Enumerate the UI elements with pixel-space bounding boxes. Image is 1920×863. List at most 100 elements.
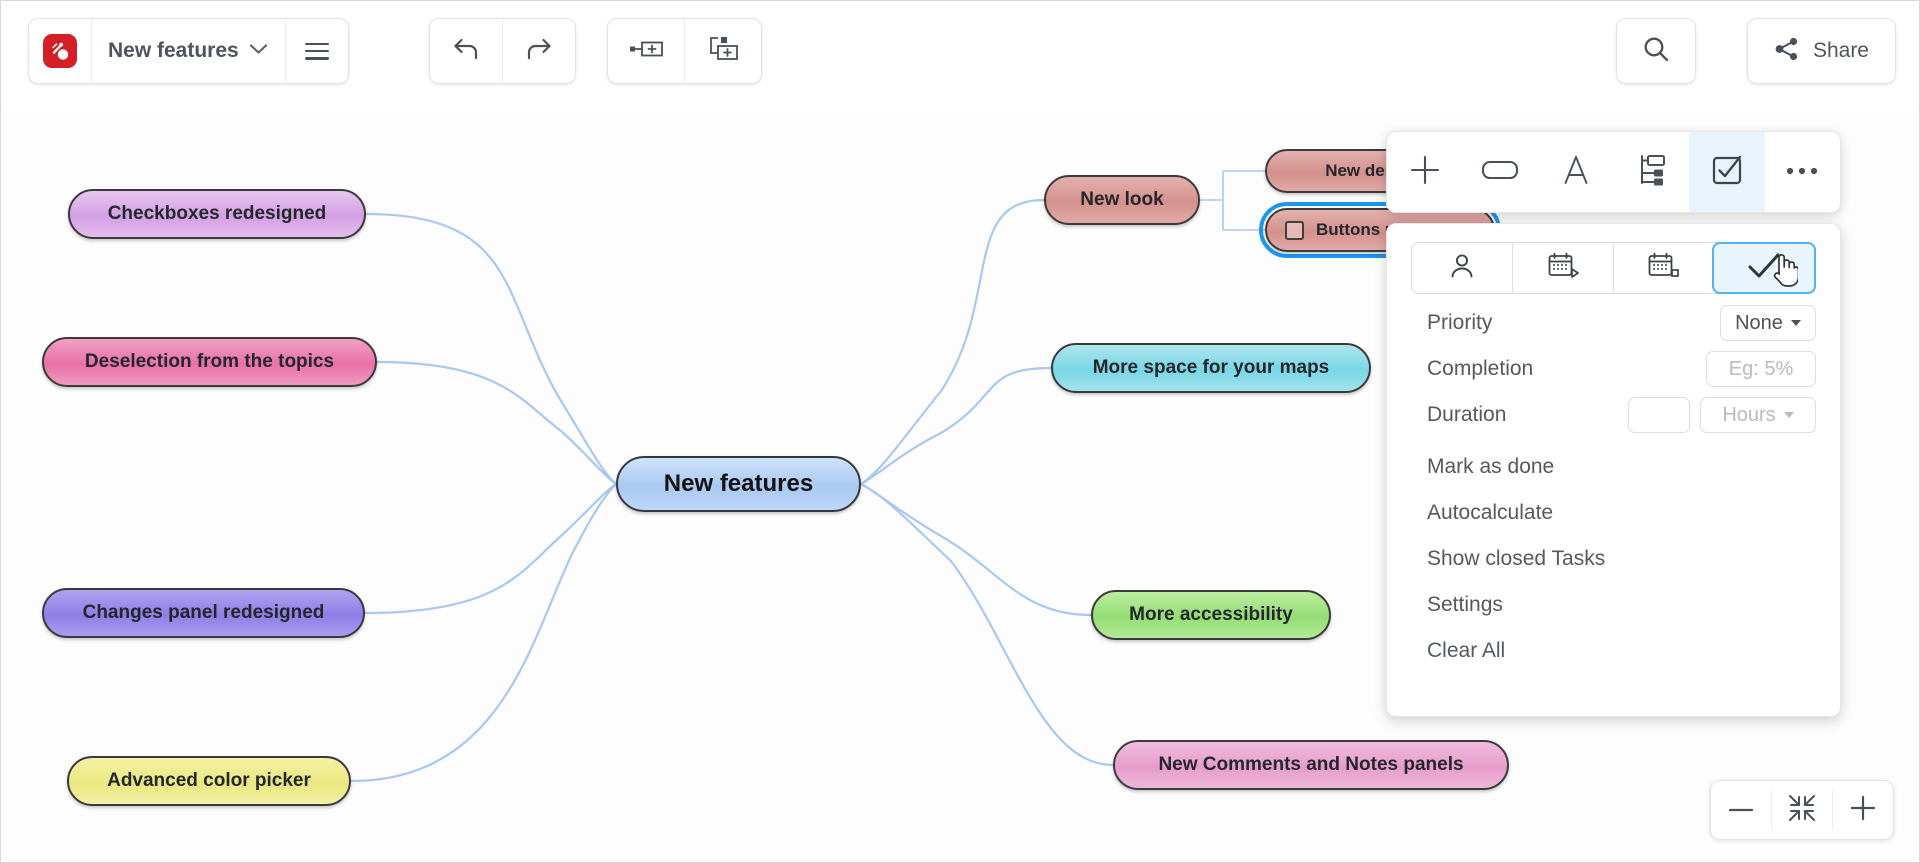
mindmap-node-changes-panel-redesigned[interactable]: Changes panel redesigned bbox=[42, 588, 365, 638]
plus-icon bbox=[1850, 795, 1876, 826]
node-label: New look bbox=[1080, 189, 1164, 210]
mindomo-logo-icon bbox=[43, 34, 77, 68]
calendar-start-icon bbox=[1547, 252, 1579, 285]
mindmap-node-more-accessibility[interactable]: More accessibility bbox=[1091, 590, 1331, 640]
completion-row: Completion Eg: 5% bbox=[1387, 346, 1840, 392]
ellipsis-icon bbox=[1785, 163, 1819, 181]
share-icon bbox=[1774, 36, 1800, 67]
duration-unit-dropdown[interactable]: Hours bbox=[1700, 397, 1816, 433]
plus-icon bbox=[1408, 153, 1442, 192]
menu-item-autocalculate[interactable]: Autocalculate bbox=[1387, 490, 1840, 536]
mindmap-node-new-comments-and-notes-panels[interactable]: New Comments and Notes panels bbox=[1113, 740, 1509, 790]
menu-item-label: Mark as done bbox=[1427, 455, 1555, 478]
pointing-hand-cursor-icon bbox=[1770, 250, 1800, 293]
page-title: New features bbox=[108, 39, 239, 62]
mindmap-node-deselection-from-the-topics[interactable]: Deselection from the topics bbox=[42, 337, 377, 387]
menu-item-label: Show closed Tasks bbox=[1427, 547, 1606, 570]
priority-row: Priority None bbox=[1387, 300, 1840, 346]
calendar-end-icon bbox=[1647, 252, 1680, 285]
mindmap-node-more-space-for-your-maps[interactable]: More space for your maps bbox=[1051, 343, 1371, 393]
text-format-button[interactable] bbox=[1538, 132, 1614, 212]
menu-item-mark-as-done[interactable]: Mark as done bbox=[1387, 444, 1840, 490]
rounded-rectangle-icon bbox=[1481, 157, 1519, 188]
priority-value: None bbox=[1735, 311, 1783, 334]
completion-label: Completion bbox=[1427, 357, 1534, 380]
add-sibling-topic-icon bbox=[629, 38, 663, 65]
priority-label: Priority bbox=[1427, 311, 1493, 334]
task-button[interactable] bbox=[1689, 132, 1765, 212]
mindmap-root-node[interactable]: New features bbox=[616, 456, 861, 512]
node-label: More space for your maps bbox=[1092, 357, 1330, 378]
mindmap-node-checkboxes-redesigned[interactable]: Checkboxes redesigned bbox=[68, 189, 366, 239]
tree-layout-icon bbox=[1635, 154, 1667, 191]
history-toolbar-group bbox=[429, 18, 576, 84]
menu-item-label: Clear All bbox=[1427, 639, 1506, 662]
priority-dropdown[interactable]: None bbox=[1720, 305, 1816, 341]
mindmap-application-window: New features Checkboxes redesigned Desel… bbox=[0, 0, 1920, 863]
layout-button[interactable] bbox=[1614, 132, 1690, 212]
task-tab-segmented-control bbox=[1411, 242, 1816, 294]
search-icon bbox=[1641, 34, 1671, 69]
undo-arrow-icon bbox=[451, 35, 481, 67]
zoom-out-button[interactable] bbox=[1711, 781, 1771, 839]
letter-a-icon bbox=[1561, 154, 1591, 191]
task-properties-panel: Priority None Completion Eg: 5% Duration… bbox=[1386, 223, 1841, 717]
document-title-dropdown[interactable]: New features bbox=[92, 19, 285, 83]
end-date-tab[interactable] bbox=[1612, 243, 1714, 293]
caret-down-icon bbox=[1790, 320, 1801, 326]
main-menu-button[interactable] bbox=[286, 19, 348, 83]
undo-button[interactable] bbox=[430, 19, 502, 83]
share-button-label: Share bbox=[1812, 39, 1869, 62]
fit-to-screen-button[interactable] bbox=[1772, 781, 1832, 839]
task-menu-list: Mark as done Autocalculate Show closed T… bbox=[1387, 438, 1840, 674]
duration-input[interactable] bbox=[1628, 397, 1690, 433]
share-button[interactable]: Share bbox=[1746, 18, 1896, 84]
search-toolbar-group bbox=[1616, 18, 1696, 84]
document-toolbar-group: New features bbox=[28, 18, 349, 84]
duration-unit-value: Hours bbox=[1722, 403, 1776, 426]
node-label: More accessibility bbox=[1129, 604, 1293, 625]
more-options-button[interactable] bbox=[1765, 132, 1841, 212]
menu-item-show-closed-tasks[interactable]: Show closed Tasks bbox=[1387, 536, 1840, 582]
menu-item-settings[interactable]: Settings bbox=[1387, 582, 1840, 628]
duration-label: Duration bbox=[1427, 403, 1507, 426]
node-label: Checkboxes redesigned bbox=[107, 203, 327, 224]
redo-button[interactable] bbox=[503, 19, 575, 83]
progress-tab[interactable] bbox=[1712, 242, 1816, 294]
node-task-checkbox[interactable] bbox=[1285, 220, 1304, 240]
app-logo-button[interactable] bbox=[29, 19, 91, 83]
zoom-in-button[interactable] bbox=[1833, 781, 1893, 839]
mindmap-node-new-look[interactable]: New look bbox=[1044, 175, 1200, 225]
fit-to-screen-icon bbox=[1787, 793, 1817, 828]
shape-button[interactable] bbox=[1463, 132, 1539, 212]
chevron-down-icon bbox=[249, 42, 268, 60]
start-date-tab[interactable] bbox=[1511, 243, 1613, 293]
menu-item-clear-all[interactable]: Clear All bbox=[1387, 628, 1840, 674]
hamburger-menu-icon bbox=[304, 42, 329, 60]
mindmap-node-advanced-color-picker[interactable]: Advanced color picker bbox=[67, 756, 351, 806]
zoom-controls bbox=[1710, 780, 1894, 840]
floating-format-toolbar bbox=[1386, 131, 1841, 213]
add-sibling-topic-button[interactable] bbox=[608, 19, 684, 83]
node-label: New Comments and Notes panels bbox=[1158, 754, 1464, 775]
top-toolbar: New features Share bbox=[1, 1, 1919, 111]
node-label: Changes panel redesigned bbox=[82, 602, 325, 623]
insert-topic-toolbar-group bbox=[607, 18, 762, 84]
add-subtopic-icon bbox=[708, 36, 738, 67]
node-label: Deselection from the topics bbox=[84, 351, 335, 372]
node-label: Buttons r bbox=[1316, 220, 1392, 239]
completion-input[interactable]: Eg: 5% bbox=[1706, 351, 1816, 387]
person-icon bbox=[1448, 252, 1476, 285]
menu-item-label: Autocalculate bbox=[1427, 501, 1554, 524]
checkbox-checked-icon bbox=[1711, 154, 1743, 191]
assignee-tab[interactable] bbox=[1412, 243, 1512, 293]
completion-placeholder: Eg: 5% bbox=[1728, 357, 1794, 380]
caret-down-icon bbox=[1783, 412, 1794, 418]
add-subtopic-button[interactable] bbox=[685, 19, 761, 83]
menu-item-label: Settings bbox=[1427, 593, 1503, 616]
add-topic-button[interactable] bbox=[1387, 132, 1463, 212]
root-node-label: New features bbox=[663, 470, 814, 497]
search-button[interactable] bbox=[1617, 19, 1695, 83]
duration-row: Duration Hours bbox=[1387, 392, 1840, 438]
redo-arrow-icon bbox=[524, 35, 554, 67]
